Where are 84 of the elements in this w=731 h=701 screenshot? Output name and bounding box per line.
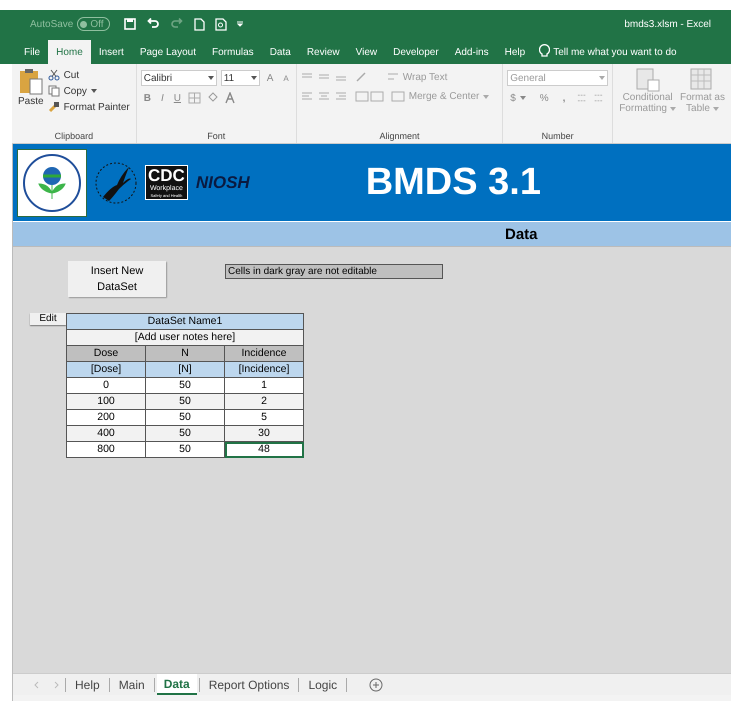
- edit-button[interactable]: Edit: [30, 313, 66, 325]
- sheet-tab[interactable]: Help: [68, 674, 107, 695]
- table-cell[interactable]: 50: [146, 394, 225, 410]
- customize-toolbar-icon[interactable]: [236, 21, 243, 27]
- table-cell[interactable]: 0: [67, 378, 146, 394]
- dataset-name-cell[interactable]: DataSet Name1: [67, 314, 304, 330]
- fill-color-icon[interactable]: [206, 92, 220, 104]
- seal-logo-drawing: [17, 148, 87, 216]
- conditional-formatting-icon: [634, 68, 661, 92]
- table-cell[interactable]: 100: [67, 394, 146, 410]
- ribbon-tab[interactable]: Review: [298, 40, 348, 64]
- ribbon-tab[interactable]: Formulas: [204, 40, 262, 64]
- print-preview-icon[interactable]: [214, 18, 227, 30]
- copy-icon: [48, 85, 60, 97]
- borders-icon[interactable]: [188, 92, 202, 104]
- table-cell[interactable]: 200: [67, 410, 146, 426]
- notes-cell[interactable]: [Add user notes here]: [67, 330, 304, 346]
- ribbon-tab[interactable]: Page Layout: [132, 40, 204, 64]
- tell-me-search[interactable]: Tell me what you want to do: [553, 47, 677, 58]
- ribbon-tab[interactable]: View: [348, 40, 386, 64]
- ribbon-tab[interactable]: Developer: [385, 40, 447, 64]
- cut-button[interactable]: Cut: [46, 68, 132, 82]
- sheet-tab[interactable]: Report Options: [202, 674, 296, 695]
- scissors-icon: [48, 69, 60, 81]
- group-label: Font: [206, 131, 226, 141]
- ribbon-tab[interactable]: File: [16, 40, 48, 64]
- table-cell[interactable]: 400: [67, 426, 146, 442]
- table-cell[interactable]: 30: [225, 426, 304, 442]
- unit-cell[interactable]: [N]: [146, 362, 225, 378]
- caret-icon: [599, 76, 606, 80]
- unit-cell[interactable]: [Dose]: [67, 362, 146, 378]
- caret-icon: [520, 96, 526, 100]
- ribbon-tab[interactable]: Add-ins: [446, 40, 497, 64]
- insert-dataset-button[interactable]: Insert New DataSet: [68, 261, 166, 297]
- caret-icon: [670, 106, 676, 110]
- paintbrush-icon: [48, 101, 60, 113]
- sheet-tab[interactable]: Main: [112, 674, 152, 695]
- font-size-dropdown[interactable]: 11: [220, 70, 260, 86]
- banner-title: BMDS 3.1: [366, 161, 541, 204]
- group-label: Number: [540, 131, 575, 141]
- sheet-tab[interactable]: Data: [156, 674, 197, 695]
- column-header: Incidence: [225, 346, 304, 362]
- lightbulb-icon: [539, 43, 550, 58]
- table-cell[interactable]: 50: [146, 378, 225, 394]
- copy-button[interactable]: Copy: [46, 84, 132, 98]
- format-painter-button[interactable]: Format Painter: [46, 100, 132, 114]
- caret-icon: [90, 89, 97, 93]
- niosh-logo: NIOSH: [196, 172, 250, 192]
- table-cell[interactable]: 1: [225, 378, 304, 394]
- new-document-icon[interactable]: [194, 18, 205, 30]
- table-cell[interactable]: 48: [225, 442, 304, 458]
- table-cell[interactable]: 50: [146, 426, 225, 442]
- note-cell: Cells in dark gray are not editable: [225, 264, 443, 279]
- caret-icon: [483, 94, 490, 98]
- ribbon-tab[interactable]: Data: [262, 40, 299, 64]
- table-cell[interactable]: 50: [146, 410, 225, 426]
- table-cell[interactable]: 5: [225, 410, 304, 426]
- undo-icon[interactable]: [146, 18, 160, 30]
- group-label: Alignment: [378, 131, 420, 141]
- group-label: Clipboard: [54, 131, 94, 141]
- ribbon-tab[interactable]: Help: [496, 40, 534, 64]
- add-sheet-icon[interactable]: [369, 678, 384, 692]
- table-cell[interactable]: 50: [146, 442, 225, 458]
- window-title: bmds3.xlsm - Excel: [624, 18, 711, 30]
- column-header: N: [146, 346, 225, 362]
- ribbon-tab[interactable]: Insert: [90, 40, 132, 64]
- ribbon-tab[interactable]: Home: [48, 40, 91, 64]
- section-title: Data: [505, 226, 538, 242]
- sheet-tab[interactable]: Logic: [301, 674, 344, 695]
- paste-button[interactable]: Paste: [16, 68, 46, 131]
- caret-icon: [250, 76, 257, 80]
- font-family-dropdown[interactable]: Calibri: [140, 70, 217, 86]
- table-cell[interactable]: 2: [225, 394, 304, 410]
- unit-cell[interactable]: [Incidence]: [225, 362, 304, 378]
- column-header: Dose: [67, 346, 146, 362]
- autosave-label: AutoSave: [30, 18, 74, 30]
- font-color-icon[interactable]: [224, 92, 236, 104]
- caret-icon: [712, 106, 719, 110]
- caret-icon: [208, 76, 214, 80]
- save-icon[interactable]: [124, 18, 136, 30]
- merge-cells-icon: [390, 91, 405, 102]
- redo-icon[interactable]: [170, 18, 184, 30]
- table-cell[interactable]: 800: [67, 442, 146, 458]
- clipboard-icon: [18, 68, 43, 96]
